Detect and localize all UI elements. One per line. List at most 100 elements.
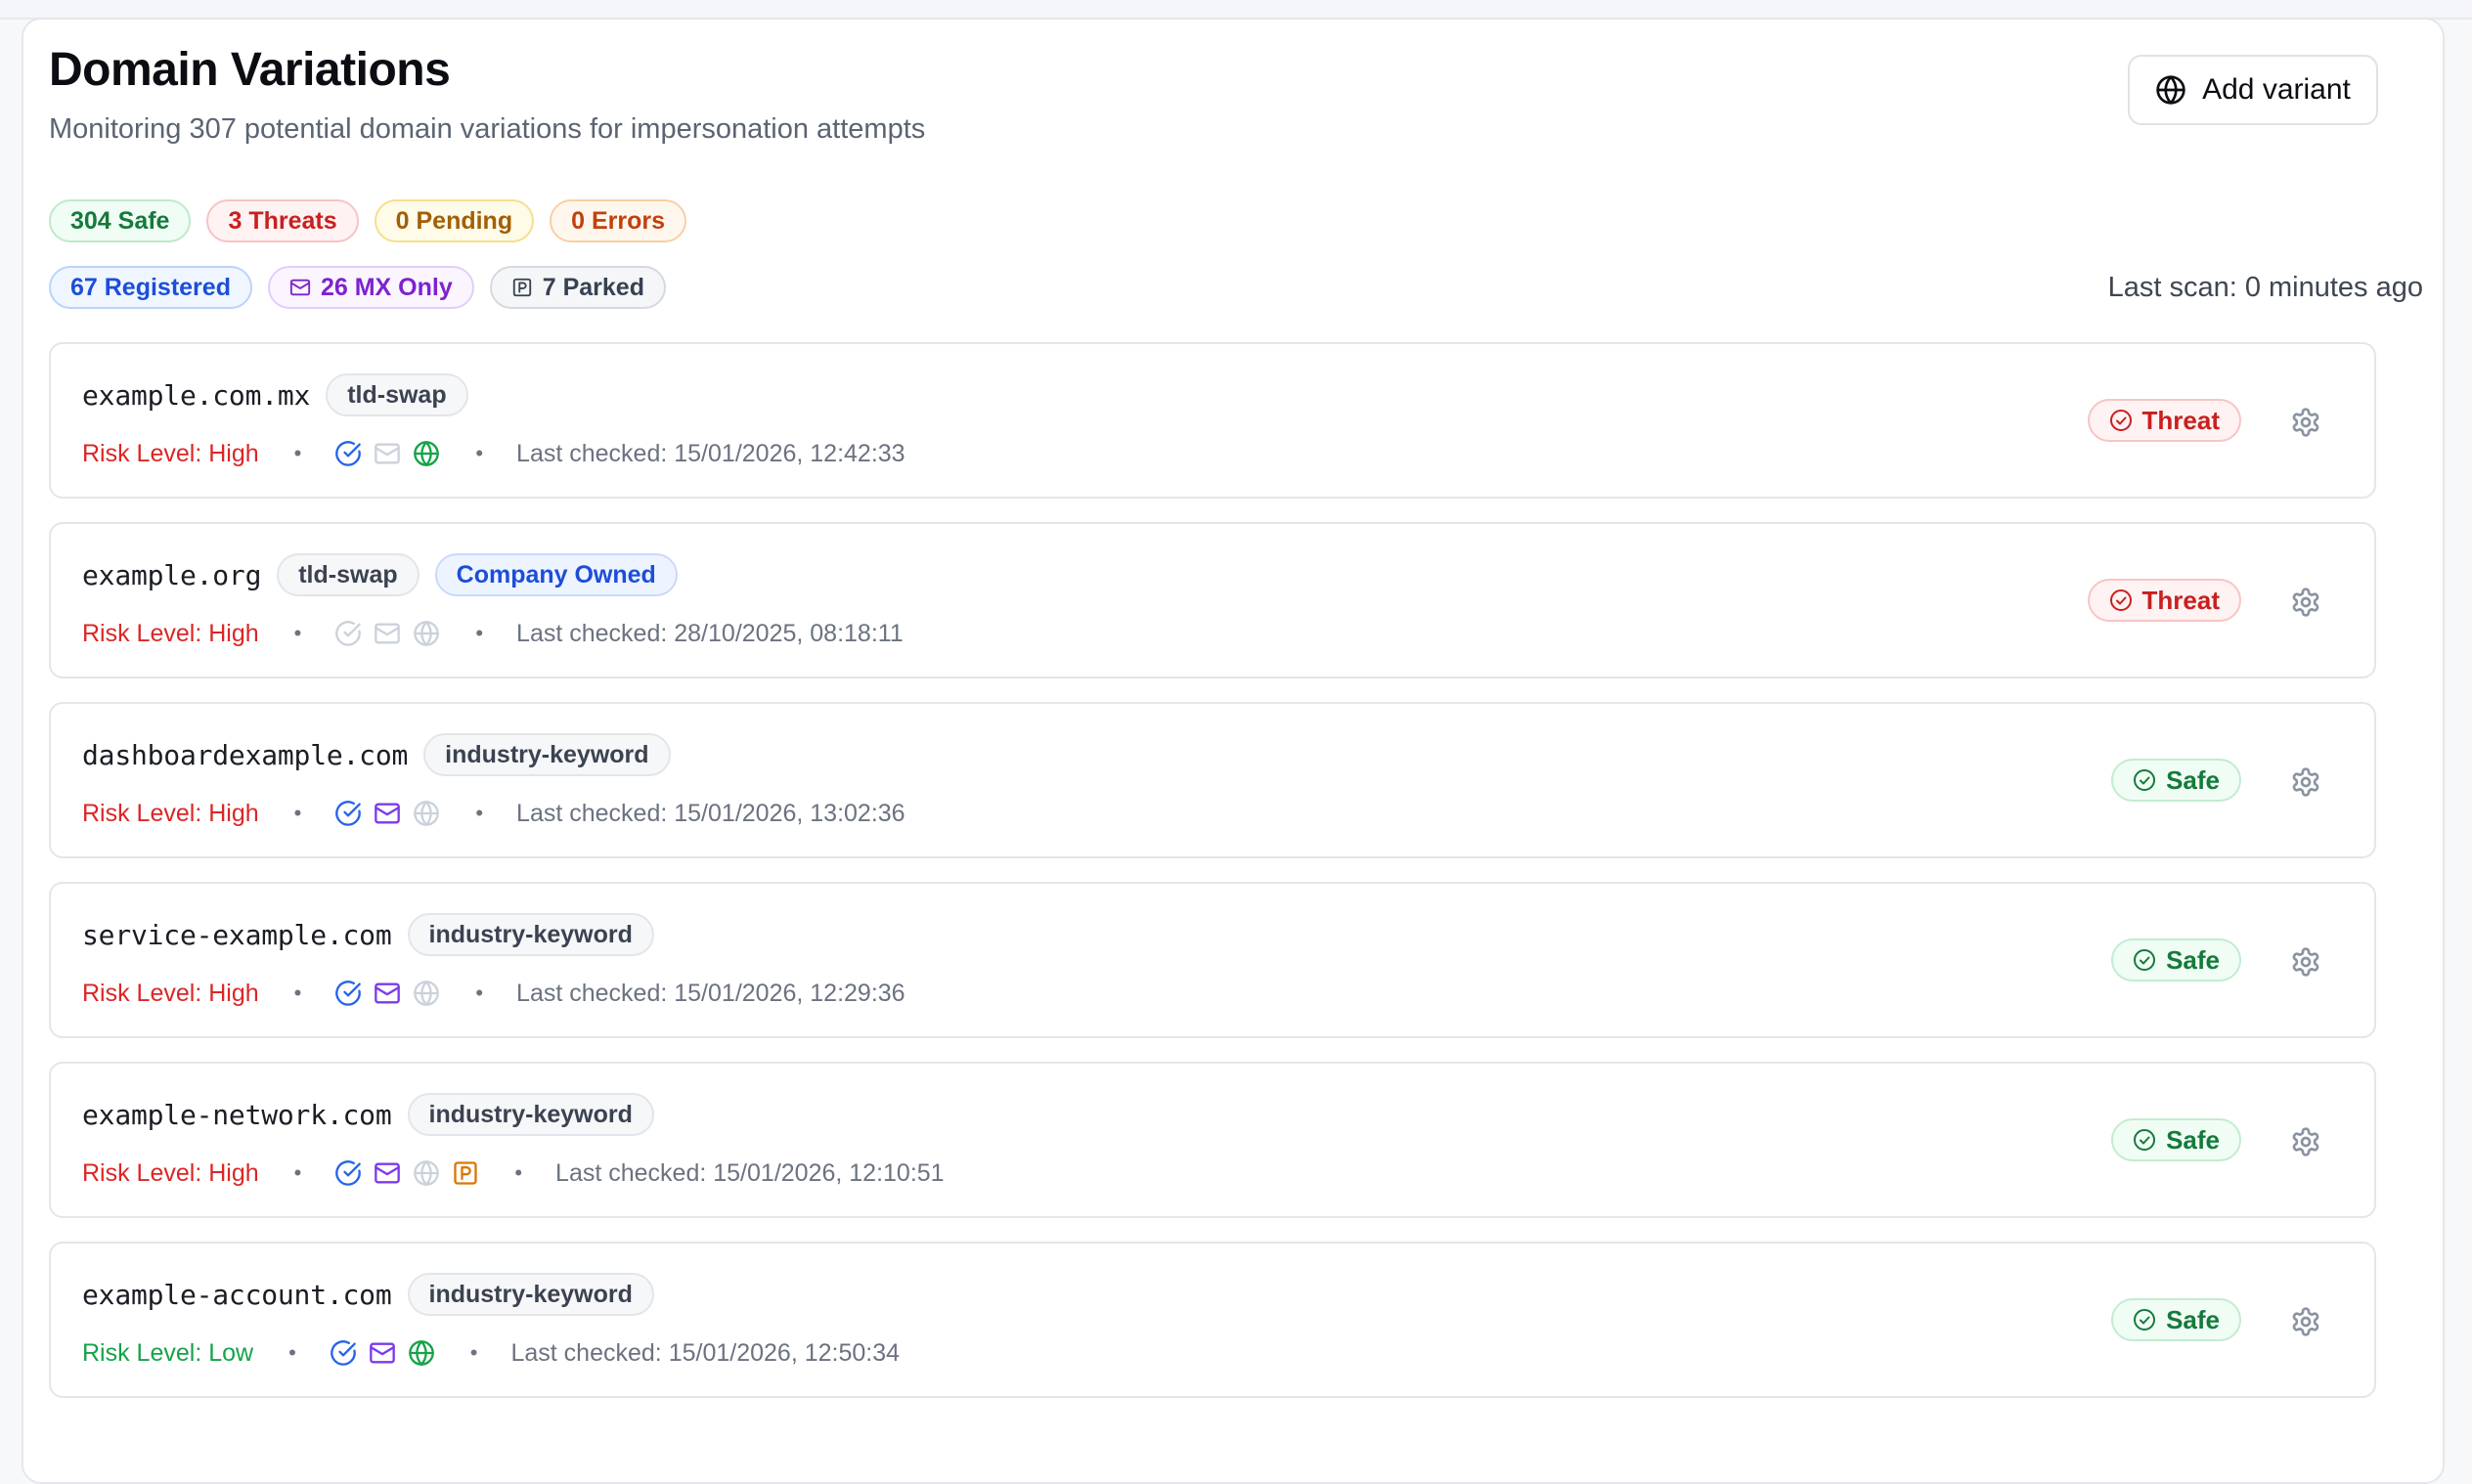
variation-type-tag: industry-keyword xyxy=(407,1273,654,1316)
separator-dot: • xyxy=(469,1340,478,1365)
domain-name[interactable]: example-account.com xyxy=(82,1279,392,1311)
gear-icon xyxy=(2292,408,2319,437)
mail-icon xyxy=(375,982,401,1004)
separator-dot: • xyxy=(288,1340,296,1365)
separator-dot: • xyxy=(475,621,484,645)
domain-row[interactable]: example.com.mx tld-swap Risk Level: High • •… xyxy=(49,342,2376,499)
parking-icon xyxy=(512,278,531,297)
gear-icon xyxy=(2292,1127,2319,1157)
globe-icon xyxy=(414,621,440,646)
last-checked: Last checked: 15/01/2026, 12:29:36 xyxy=(516,979,905,1007)
gear-icon xyxy=(2292,1307,2319,1336)
domain-row[interactable]: service-example.com industry-keyword Risk … xyxy=(49,882,2376,1038)
risk-level: Risk Level: High xyxy=(82,979,259,1007)
separator-dot: • xyxy=(293,441,302,465)
last-checked: Last checked: 15/01/2026, 13:02:36 xyxy=(516,799,905,827)
status-label: Threat xyxy=(2141,405,2220,435)
domain-line: example.org tld-swap Company Owned xyxy=(82,553,678,596)
settings-button[interactable] xyxy=(2290,946,2321,978)
mx-only-count-label: 26 MX Only xyxy=(320,273,453,301)
globe-icon xyxy=(414,441,440,466)
status-label: Safe xyxy=(2166,1304,2220,1334)
registration-summary: 67 Registered 26 MX Only 7 Parked xyxy=(49,266,666,309)
threats-count-badge[interactable]: 3 Threats xyxy=(206,199,359,242)
mail-icon xyxy=(369,1342,395,1364)
domain-line: dashboardexample.com industry-keyword xyxy=(82,733,671,776)
check-circle-icon xyxy=(2134,1129,2156,1151)
domain-name[interactable]: example.com.mx xyxy=(82,379,310,412)
status-badge[interactable]: Safe xyxy=(2111,938,2241,982)
variation-type-tag: industry-keyword xyxy=(423,733,671,776)
parked-count-badge[interactable]: 7 Parked xyxy=(489,266,666,309)
status-badge[interactable]: Safe xyxy=(2111,1118,2241,1161)
gear-icon xyxy=(2292,588,2319,617)
domain-row[interactable]: example-account.com industry-keyword Risk … xyxy=(49,1242,2376,1398)
status-badge[interactable]: Threat xyxy=(2087,399,2241,442)
globe-icon xyxy=(408,1340,434,1366)
safe-count-badge[interactable]: 304 Safe xyxy=(49,199,192,242)
page-title: Domain Variations xyxy=(49,44,451,96)
registered-check-icon xyxy=(335,441,362,466)
page-top-edge xyxy=(0,0,2472,20)
status-label: Threat xyxy=(2141,585,2220,615)
check-circle-icon xyxy=(2109,589,2132,611)
status-badge[interactable]: Safe xyxy=(2111,759,2241,802)
globe-icon xyxy=(414,1160,440,1186)
status-label: Safe xyxy=(2166,1124,2220,1155)
add-variant-button[interactable]: Add variant xyxy=(2128,55,2378,125)
registered-count-badge[interactable]: 67 Registered xyxy=(49,266,252,309)
domain-meta: Risk Level: High • • Last checked: 15/01/20… xyxy=(82,974,905,1013)
settings-button[interactable] xyxy=(2290,587,2321,618)
registered-check-icon xyxy=(335,621,362,646)
parking-icon xyxy=(454,1161,478,1185)
status-badge[interactable]: Threat xyxy=(2087,579,2241,622)
registered-check-icon xyxy=(335,1160,362,1186)
separator-dot: • xyxy=(475,801,484,825)
separator-dot: • xyxy=(293,801,302,825)
registered-check-icon xyxy=(335,981,362,1006)
domain-meta: Risk Level: High • • Last checked: 28/10/20… xyxy=(82,614,904,653)
mx-only-count-badge[interactable]: 26 MX Only xyxy=(267,266,474,309)
pending-count-badge[interactable]: 0 Pending xyxy=(374,199,535,242)
risk-level: Risk Level: High xyxy=(82,439,259,467)
risk-level: Risk Level: Low xyxy=(82,1338,254,1367)
settings-button[interactable] xyxy=(2290,766,2321,798)
status-badge[interactable]: Safe xyxy=(2111,1298,2241,1341)
check-circle-icon xyxy=(2134,949,2156,971)
check-circle-icon xyxy=(2109,410,2132,431)
domain-line: example-account.com industry-keyword xyxy=(82,1273,654,1316)
domain-indicators xyxy=(334,620,440,647)
domain-row[interactable]: dashboardexample.com industry-keyword Risk… xyxy=(49,702,2376,858)
domain-row[interactable]: example-network.com industry-keyword Risk … xyxy=(49,1062,2376,1218)
domain-meta: Risk Level: High • • Last checked: 15/01/20… xyxy=(82,434,905,473)
domain-name[interactable]: dashboardexample.com xyxy=(82,739,408,771)
last-checked: Last checked: 28/10/2025, 08:18:11 xyxy=(516,619,904,647)
registered-check-icon xyxy=(335,801,362,826)
domain-name[interactable]: example.org xyxy=(82,559,261,591)
domain-line: example.com.mx tld-swap xyxy=(82,373,468,416)
separator-dot: • xyxy=(293,621,302,645)
registered-count-label: 67 Registered xyxy=(70,273,231,301)
separator-dot: • xyxy=(475,441,484,465)
risk-level: Risk Level: High xyxy=(82,619,259,647)
separator-dot: • xyxy=(293,1160,302,1185)
gear-icon xyxy=(2292,767,2319,797)
globe-icon xyxy=(2156,75,2185,105)
domain-name[interactable]: example-network.com xyxy=(82,1099,392,1131)
domain-meta: Risk Level: High • • Last checked: 15/01/20… xyxy=(82,794,905,833)
variation-type-tag: industry-keyword xyxy=(407,913,654,956)
settings-button[interactable] xyxy=(2290,1306,2321,1337)
add-variant-label: Add variant xyxy=(2202,73,2351,106)
settings-button[interactable] xyxy=(2290,1126,2321,1157)
company-owned-tag: Company Owned xyxy=(434,553,678,596)
risk-level: Risk Level: High xyxy=(82,1158,259,1187)
separator-dot: • xyxy=(514,1160,523,1185)
domain-indicators xyxy=(334,1159,479,1187)
last-checked: Last checked: 15/01/2026, 12:10:51 xyxy=(555,1158,945,1187)
domain-name[interactable]: service-example.com xyxy=(82,919,392,951)
mail-icon xyxy=(375,623,401,644)
errors-count-badge[interactable]: 0 Errors xyxy=(550,199,686,242)
settings-button[interactable] xyxy=(2290,407,2321,438)
status-summary: 304 Safe 3 Threats 0 Pending 0 Errors xyxy=(49,199,686,242)
domain-row[interactable]: example.org tld-swap Company Owned Risk Lev… xyxy=(49,522,2376,678)
